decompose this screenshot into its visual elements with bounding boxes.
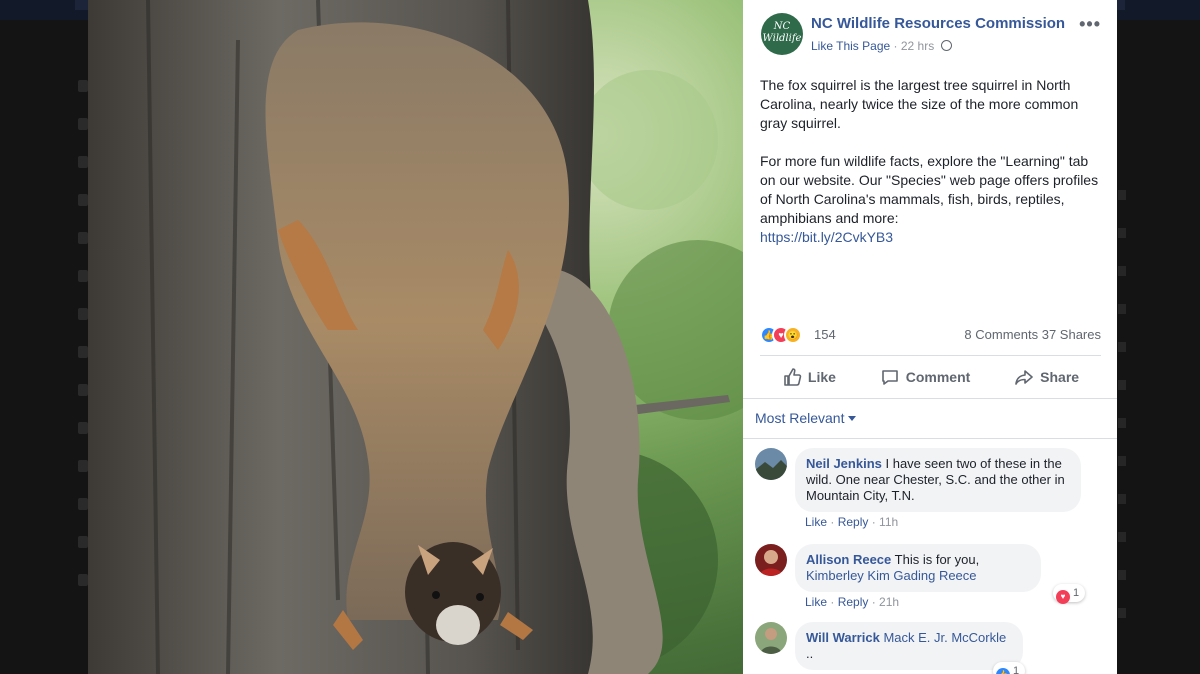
post-actions: Like Comment Share	[760, 362, 1101, 392]
comment-actions: Like · Reply · 11h	[805, 515, 899, 529]
comment-time[interactable]: 21h	[879, 595, 899, 609]
comment-reaction-count: 1	[1073, 587, 1080, 599]
post-paragraph-1: The fox squirrel is the largest tree squ…	[760, 77, 1079, 131]
dimmed-right-content	[1118, 190, 1138, 660]
share-icon	[1015, 370, 1033, 385]
post-paragraph-2: For more fun wildlife facts, explore the…	[760, 152, 1105, 247]
fox-squirrel-photo	[88, 0, 743, 674]
thumbs-up-icon	[784, 368, 802, 386]
globe-icon	[940, 40, 952, 51]
comment-item: Neil Jenkins I have seen two of these in…	[755, 448, 1105, 534]
love-icon: ♥	[1056, 590, 1070, 604]
more-options-icon[interactable]: •••	[1079, 14, 1101, 35]
divider	[760, 355, 1101, 356]
like-page-link[interactable]: Like This Page	[811, 39, 890, 53]
comment-author[interactable]: Will Warrick	[806, 630, 880, 645]
comment-bubble: Neil Jenkins I have seen two of these in…	[795, 448, 1081, 512]
page-name-link[interactable]: NC Wildlife Resources Commission	[811, 15, 1065, 32]
post-header: NC Wildlife NC Wildlife Resources Commis…	[761, 12, 1103, 56]
comment-actions: Like · Reply · 21h	[805, 595, 900, 609]
comment-icon	[881, 370, 898, 385]
comment-bubble: Will Warrick Mack E. Jr. McCorkle ..	[795, 622, 1023, 670]
comment-time[interactable]: 11h	[879, 515, 898, 529]
post-link[interactable]: https://bit.ly/2CvkYB3	[760, 229, 893, 245]
comment-text: This is for you,	[894, 552, 980, 567]
post-side-panel: NC Wildlife NC Wildlife Resources Commis…	[743, 0, 1117, 674]
comment-reaction-badge[interactable]: 👍1	[993, 662, 1026, 674]
comment-like-button[interactable]: Like	[805, 515, 827, 529]
comment-button-label: Comment	[905, 369, 971, 385]
dimmed-left-content	[74, 80, 88, 660]
shares-count[interactable]: 37 Shares	[1042, 327, 1101, 342]
comment-item: Allison Reece This is for you, Kimberley…	[755, 544, 1105, 614]
like-button[interactable]: Like	[782, 362, 836, 392]
comments-shares: 8 Comments 37 Shares	[964, 327, 1101, 342]
meta-separator: ·	[893, 39, 901, 53]
share-button-label: Share	[1040, 369, 1080, 385]
like-icon: 👍	[996, 668, 1010, 674]
comment-text: ..	[806, 646, 814, 661]
comment-author[interactable]: Neil Jenkins	[806, 456, 882, 471]
comment-reaction-count: 1	[1013, 665, 1020, 674]
page-avatar[interactable]: NC Wildlife	[761, 13, 803, 55]
post-stats: 👍 ♥ 😮 154 8 Comments 37 Shares	[760, 325, 1101, 345]
caret-down-icon	[848, 416, 857, 421]
comments-count[interactable]: 8 Comments	[964, 327, 1038, 342]
post-meta: Like This Page · 22 hrs	[811, 39, 952, 53]
comment-sort-dropdown[interactable]: Most Relevant	[755, 410, 857, 426]
share-button[interactable]: Share	[1014, 362, 1079, 392]
comment-author[interactable]: Allison Reece	[806, 552, 891, 567]
comment-button[interactable]: Comment	[880, 362, 971, 392]
divider	[743, 438, 1117, 439]
comment-mention[interactable]: Mack E. Jr. McCorkle	[883, 630, 1006, 645]
comment-sort-label: Most Relevant	[755, 410, 845, 426]
avatar[interactable]	[755, 544, 787, 576]
comment-item: Will Warrick Mack E. Jr. McCorkle .. 👍1	[755, 622, 1105, 674]
reaction-count[interactable]: 154	[814, 327, 836, 342]
like-button-label: Like	[807, 369, 836, 385]
comment-reaction-badge[interactable]: ♥ 1	[1053, 584, 1086, 604]
comment-reply-button[interactable]: Reply	[838, 595, 869, 609]
divider	[743, 398, 1117, 399]
avatar[interactable]	[755, 448, 787, 480]
post-text: The fox squirrel is the largest tree squ…	[760, 76, 1105, 266]
post-photo[interactable]	[88, 0, 743, 674]
post-paragraph-2-text: For more fun wildlife facts, explore the…	[760, 153, 1099, 226]
wow-icon: 😮	[784, 326, 802, 344]
comment-reply-button[interactable]: Reply	[838, 515, 869, 529]
post-time[interactable]: 22 hrs	[901, 39, 934, 53]
comment-like-button[interactable]: Like	[805, 595, 827, 609]
comment-bubble: Allison Reece This is for you, Kimberley…	[795, 544, 1041, 592]
comment-mention[interactable]: Kimberley Kim Gading Reece	[806, 568, 977, 583]
avatar[interactable]	[755, 622, 787, 654]
